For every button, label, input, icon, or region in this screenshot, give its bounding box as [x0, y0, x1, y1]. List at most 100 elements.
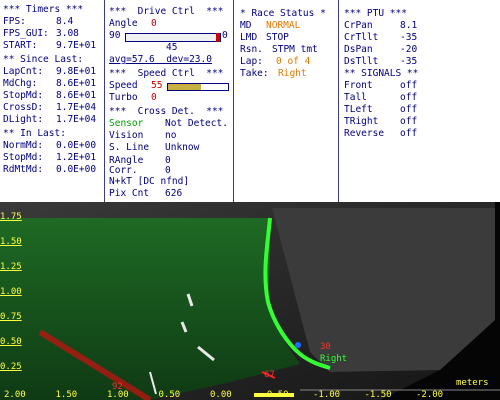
x-tick-label: -1.00: [313, 390, 341, 400]
take-label: Take:: [240, 68, 269, 79]
rsn-label: Rsn.: [240, 44, 263, 55]
angle-value: 0: [151, 18, 157, 29]
y-tick-label: 1.75: [0, 212, 22, 222]
tleft-value: off: [400, 104, 418, 115]
rsn-value: STPM tmt: [272, 44, 318, 55]
dstilt-label: DsTllt: [344, 56, 379, 67]
crtilt-label: CrTllt: [344, 32, 379, 43]
fpsgui-value: 3.08: [56, 28, 79, 39]
stopmd2-value: 1.2E+01: [56, 152, 97, 163]
crtilt-value: -35: [400, 32, 418, 43]
ptu-header: *** PTU ***: [344, 8, 407, 19]
start-label: START:: [3, 40, 38, 51]
fps-label: FPS:: [3, 16, 26, 27]
normmd-label: NormMd:: [3, 140, 44, 151]
vision-label: Vision: [109, 130, 144, 141]
rdmtmd-value: 0.0E+00: [56, 164, 97, 175]
speed-bar-fill: [168, 84, 201, 90]
angle-slider[interactable]: [125, 33, 221, 42]
y-tick-label: 1.50: [0, 237, 22, 247]
camera-view: 1.75 1.50 1.25 1.00 0.75 0.50 0.25 2.00 1.50 1.0…: [0, 202, 500, 400]
tail-value: off: [400, 92, 418, 103]
x-tick-label: 1.50: [55, 390, 78, 400]
x-tick-label: 2.00: [4, 390, 26, 400]
crossd-label: CrossD:: [3, 102, 44, 113]
avg-dev-readout: avg=57.6 dev=23.0: [109, 54, 212, 65]
dspan-label: DsPan: [344, 44, 373, 55]
camera-overlay: [0, 202, 500, 400]
in-last-header: ** In Last:: [3, 128, 66, 139]
since-last-header: ** Since Last:: [3, 54, 84, 65]
x-tick-label: 0.50: [158, 390, 181, 400]
timers-column: *** Timers *** FPS: 8.4 FPS_GUI: 3.08 ST…: [0, 0, 105, 202]
corr-label: Corr.: [109, 165, 138, 176]
angle-slider-thumb[interactable]: [216, 33, 220, 42]
y-tick-label: 0.50: [0, 337, 22, 347]
angle-slider-track: [126, 34, 216, 41]
timers-header: *** Timers ***: [3, 4, 84, 15]
slider-max-label: 0: [222, 30, 228, 41]
race-status-header: * Race Status *: [240, 8, 326, 19]
lmd-label: LMD: [240, 32, 258, 43]
normmd-value: 0.0E+00: [56, 140, 97, 151]
tail-label: Tall: [344, 92, 367, 103]
y-tick-label: 1.00: [0, 287, 22, 297]
tleft-label: TLeft: [344, 104, 373, 115]
speed-value: 55: [151, 80, 163, 91]
lap-label: Lap:: [240, 56, 263, 67]
sline-value: Unknow: [165, 142, 200, 153]
stopmd-label: StopMd:: [3, 90, 44, 101]
robot-dashboard: *** Timers *** FPS: 8.4 FPS_GUI: 3.08 ST…: [0, 0, 500, 400]
lapcnt-label: LapCnt:: [3, 66, 44, 77]
cross-det-header: *** Cross Det. ***: [109, 106, 224, 117]
x-tick-label: -2.00: [416, 390, 444, 400]
marker-67-label: 67: [264, 370, 275, 380]
slider-mid-label: 45: [166, 42, 178, 53]
tright-label: TRight: [344, 116, 379, 127]
lmd-value: STOP: [266, 32, 289, 43]
dlight-label: DLight:: [3, 114, 44, 125]
md-value: NORMAL: [266, 20, 301, 31]
turbo-value: 0: [151, 92, 157, 103]
reverse-value: off: [400, 128, 418, 139]
marker-92-label: 92: [112, 382, 123, 392]
tright-value: off: [400, 116, 418, 127]
y-tick-label: 1.25: [0, 262, 22, 272]
dspan-value: -20: [400, 44, 418, 55]
angle-label: Angle: [109, 18, 138, 29]
drive-column: *** Drive Ctrl *** Angle 0 90 0 45 avg=5…: [105, 0, 234, 202]
drive-header: *** Drive Ctrl ***: [109, 6, 224, 17]
corr-value: 0: [165, 165, 171, 176]
fps-value: 8.4: [56, 16, 74, 27]
stopmd2-label: StopMd:: [3, 152, 44, 163]
units-label: meters: [456, 378, 489, 388]
mdchg-value: 8.6E+01: [56, 78, 97, 89]
pix-count-value: 626: [165, 188, 183, 199]
marker-30-label: 30: [320, 342, 331, 352]
speed-header: *** Speed Ctrl ***: [109, 68, 224, 79]
rdmtmd-label: RdMtMd:: [3, 164, 44, 175]
take-value: Right: [278, 68, 307, 79]
y-tick-label: 0.75: [0, 312, 22, 322]
sensor-label: Sensor: [109, 118, 144, 129]
front-label: Front: [344, 80, 373, 91]
nkt-readout: N+kT [DC nfnd]: [109, 176, 190, 187]
fpsgui-label: FPS_GUI:: [3, 28, 49, 39]
stopmd-value: 8.6E+01: [56, 90, 97, 101]
y-tick-label: 0.25: [0, 362, 22, 372]
reverse-label: Reverse: [344, 128, 385, 139]
vision-value: no: [165, 130, 177, 141]
md-label: MD: [240, 20, 252, 31]
lap-value: 0 of 4: [276, 56, 311, 67]
front-value: off: [400, 80, 418, 91]
crpan-label: CrPan: [344, 20, 373, 31]
start-value: 9.7E+01: [56, 40, 97, 51]
lapcnt-value: 9.8E+01: [56, 66, 97, 77]
mdchg-label: MdChg:: [3, 78, 38, 89]
sline-label: S. Line: [109, 142, 150, 153]
slider-min-label: 90: [109, 30, 121, 41]
pix-count-label: Pix Cnt: [109, 188, 150, 199]
crossd-value: 1.7E+04: [56, 102, 97, 113]
x-tick-label: -0.50: [261, 390, 289, 400]
dlight-value: 1.7E+04: [56, 114, 97, 125]
